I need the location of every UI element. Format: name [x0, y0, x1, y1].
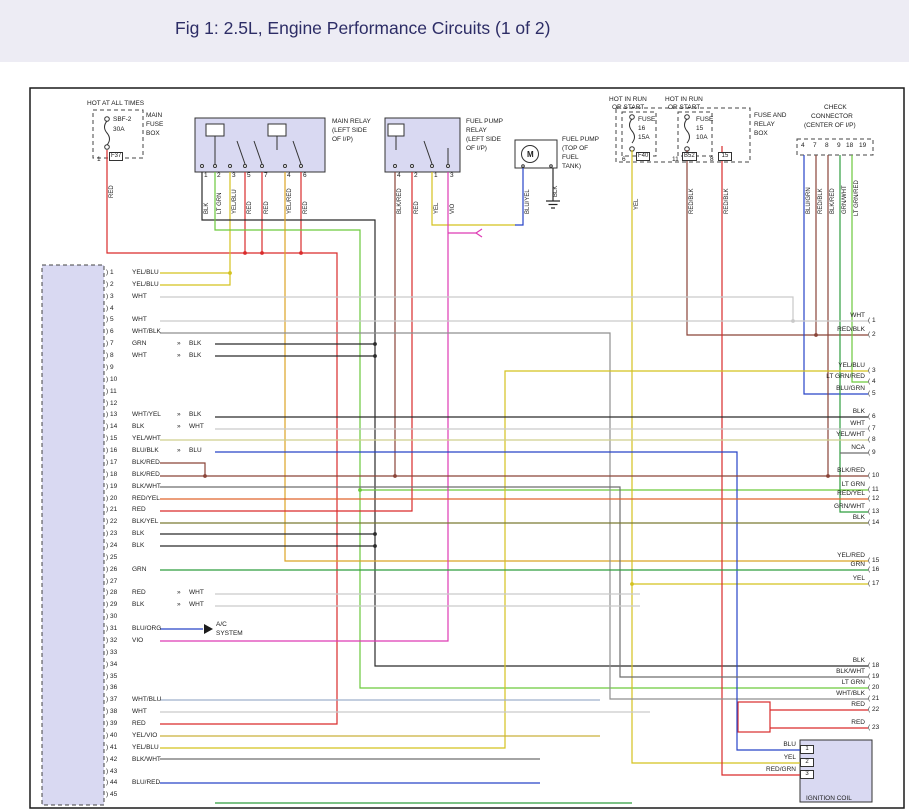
- junction-dot: [393, 474, 397, 478]
- junction-dot: [203, 474, 207, 478]
- wiring-svg: [0, 0, 909, 809]
- junction-dot: [826, 474, 830, 478]
- fuse16-box: [622, 112, 656, 156]
- check-connector-box: [797, 139, 873, 155]
- junction-dot: [630, 582, 634, 586]
- junction-dot: [358, 488, 362, 492]
- motor-icon: [522, 146, 539, 163]
- junction-dot: [814, 333, 818, 337]
- junction-dot: [791, 319, 795, 323]
- ecm-connector-box: [42, 265, 104, 805]
- junction-dot: [228, 271, 232, 275]
- wiring-diagram: Fig 1: 2.5L, Engine Performance Circuits…: [0, 0, 909, 809]
- main-fuse-box: [93, 110, 143, 158]
- junction-dot: [373, 354, 377, 358]
- junction-dot: [299, 251, 303, 255]
- ignition-coil-box: [800, 740, 872, 802]
- junction-dot: [243, 251, 247, 255]
- junction-dot: [373, 342, 377, 346]
- junction-dot: [260, 251, 264, 255]
- junction-dot: [373, 544, 377, 548]
- junction-dot: [373, 532, 377, 536]
- pump-terminal: [522, 165, 525, 168]
- fuse15-box: [678, 112, 712, 156]
- pump-terminal: [550, 165, 553, 168]
